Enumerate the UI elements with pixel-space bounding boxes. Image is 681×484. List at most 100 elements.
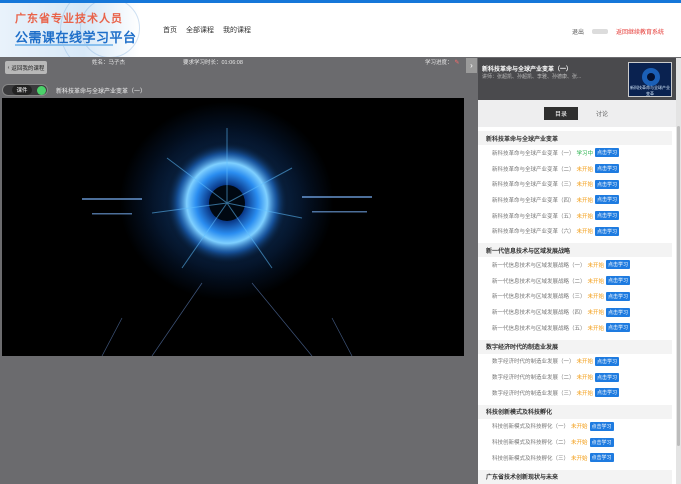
course-panel: 新科技革命与全球产业变革（一） 讲师：张超凯、孙超凯、李雅、孙德康、张... 新… [478,58,676,484]
chevron-left-icon: ‹ [7,64,10,71]
lesson-item[interactable]: 新一代信息技术与区域发展战略（四） 未开始 点击学习 [478,304,672,320]
lesson-item[interactable]: 新科技革命与全球产业变革（二） 未开始 点击学习 [478,161,672,177]
learning-progress: 学习进度： ✎ [425,59,460,67]
username-blurred [591,29,608,34]
now-playing-title: 新科技革命与全球产业变革（一） [56,89,147,95]
lesson-item[interactable]: 新一代信息技术与区域发展战略（三） 未开始 点击学习 [478,289,672,305]
scrollbar-thumb[interactable] [677,126,680,446]
thumbnail-caption: 新科技革命与全球产业变革 [630,85,670,96]
catalog-section: 新一代信息技术与区域发展战略 [478,243,672,258]
lesson-title: 科技创新模式及科技孵化（一） [492,424,570,431]
course-title: 新科技革命与全球产业变革（一） [482,67,573,73]
lesson-status: 未开始 [571,455,588,462]
catalog-section: 科技创新模式及科技孵化 [478,404,672,419]
panel-scrollbar[interactable] [676,58,681,484]
lesson-item[interactable]: 科技创新模式及科技孵化（三） 未开始 点击学习 [478,450,672,466]
lesson-status: 未开始 [576,182,594,189]
start-learning-button[interactable]: 点击学习 [595,211,620,221]
lesson-title: 新一代信息技术与区域发展战略（五） [492,325,586,332]
lesson-status: 学习中 [576,150,594,157]
tab-catalog[interactable]: 目录 [544,107,578,120]
lesson-title: 新科技革命与全球产业变革（五） [492,213,575,220]
lesson-item[interactable]: 新科技革命与全球产业变革（六） 未开始 点击学习 [478,223,672,239]
courseware-toggle[interactable]: 课件 [2,84,48,96]
toggle-knob [37,86,46,95]
lesson-status: 未开始 [576,229,594,236]
catalog-section: 数字经济时代的制造业发展 [478,339,672,354]
lesson-status: 未开始 [587,310,605,317]
start-learning-button[interactable]: 点击学习 [606,307,631,317]
lesson-status: 未开始 [576,166,594,173]
lesson-title: 新一代信息技术与区域发展战略（四） [492,310,586,317]
catalog-section: 新科技革命与全球产业变革 [478,131,672,145]
start-learning-button[interactable]: 点击学习 [589,453,614,463]
panel-tabs: 目录 讨论 [478,100,676,127]
start-learning-button[interactable]: 点击学习 [589,437,614,447]
lesson-item[interactable]: 新一代信息技术与区域发展战略（二） 未开始 点击学习 [478,273,672,289]
lesson-item[interactable]: 新科技革命与全球产业变革（四） 未开始 点击学习 [478,192,672,208]
start-learning-button[interactable]: 点击学习 [595,195,620,205]
lesson-status: 未开始 [576,213,594,220]
lesson-title: 新一代信息技术与区域发展战略（二） [492,278,586,285]
lesson-title: 新科技革命与全球产业变革（三） [492,182,575,189]
lesson-item[interactable]: 新科技革命与全球产业变革（五） 未开始 点击学习 [478,208,672,224]
lesson-title: 数字经济时代的制造业发展（三） [492,390,575,397]
lesson-title: 科技创新模式及科技孵化（二） [492,440,570,447]
lesson-item[interactable]: 数字经济时代的制造业发展（三） 未开始 点击学习 [478,385,672,401]
lesson-status: 未开始 [571,440,588,447]
lesson-catalog: 新科技革命与全球产业变革 新科技革命与全球产业变革（一） 学习中 点击学习 新科技革命与… [478,127,672,484]
start-learning-button[interactable]: 点击学习 [595,148,620,158]
start-learning-button[interactable]: 点击学习 [606,323,631,333]
video-content-image [82,118,372,356]
video-player[interactable] [2,98,464,356]
start-learning-button[interactable]: 点击学习 [606,276,631,286]
required-duration: 要求学习时长：01:06:08 [183,60,243,66]
lesson-item[interactable]: 数字经济时代的制造业发展（一） 未开始 点击学习 [478,354,672,370]
progress-pen-icon: ✎ [454,59,460,66]
logout-link[interactable]: 退出 [572,27,584,36]
lesson-title: 科技创新模式及科技孵化（三） [492,455,570,462]
start-learning-button[interactable]: 点击学习 [589,421,614,431]
header-user-area: 退出 返回继续教育系统 [572,27,664,36]
lesson-title: 新科技革命与全球产业变革（六） [492,229,575,236]
lesson-title: 新一代信息技术与区域发展战略（三） [492,294,586,301]
lesson-title: 新科技革命与全球产业变革（一） [492,150,575,157]
lesson-item[interactable]: 科技创新模式及科技孵化（二） 未开始 点击学习 [478,434,672,450]
lesson-title: 数字经济时代的制造业发展（一） [492,359,575,366]
lesson-item[interactable]: 新科技革命与全球产业变革（三） 未开始 点击学习 [478,176,672,192]
lesson-item[interactable]: 新科技革命与全球产业变革（一） 学习中 点击学习 [478,145,672,161]
course-header: 新科技革命与全球产业变革（一） 讲师：张超凯、孙超凯、李雅、孙德康、张... 新… [478,58,676,100]
lesson-status: 未开始 [587,262,605,269]
lesson-item[interactable]: 科技创新模式及科技孵化（一） 未开始 点击学习 [478,419,672,435]
nav-my-courses[interactable]: 我的课程 [223,25,251,35]
toggle-label: 课件 [12,85,32,95]
chevron-right-icon: › [470,61,473,70]
lesson-title: 新科技革命与全球产业变革（二） [492,166,575,173]
back-to-my-courses-button[interactable]: ‹ 返回我的课程 [5,61,47,74]
nav-home[interactable]: 首页 [163,25,177,35]
lesson-status: 未开始 [587,294,605,301]
start-learning-button[interactable]: 点击学习 [595,226,620,236]
lesson-title: 新一代信息技术与区域发展战略（一） [492,262,586,269]
return-system-link[interactable]: 返回继续教育系统 [616,27,664,36]
lesson-title: 新科技革命与全球产业变革（四） [492,197,575,204]
start-learning-button[interactable]: 点击学习 [595,388,620,398]
start-learning-button[interactable]: 点击学习 [595,164,620,174]
start-learning-button[interactable]: 点击学习 [595,179,620,189]
student-name: 姓名：马子杰 [92,60,126,66]
site-logo[interactable]: 广东省专业技术人员 公需课在线学习平台 [0,3,140,57]
start-learning-button[interactable]: 点击学习 [595,356,620,366]
logo-subtitle: 广东省专业技术人员 [15,13,123,25]
catalog-section: 广东省技术创新现状与未来 [478,469,672,484]
collapse-panel-button[interactable]: › [466,58,477,73]
lesson-item[interactable]: 新一代信息技术与区域发展战略（一） 未开始 点击学习 [478,257,672,273]
nav-all-courses[interactable]: 全部课程 [186,25,214,35]
lesson-status: 未开始 [576,375,594,382]
start-learning-button[interactable]: 点击学习 [606,260,631,270]
course-thumbnail: 新科技革命与全球产业变革 [628,62,672,97]
lesson-item[interactable]: 数字经济时代的制造业发展（二） 未开始 点击学习 [478,369,672,385]
start-learning-button[interactable]: 点击学习 [595,372,620,382]
lesson-item[interactable]: 新一代信息技术与区域发展战略（五） 未开始 点击学习 [478,320,672,336]
start-learning-button[interactable]: 点击学习 [606,291,631,301]
tab-discussion[interactable]: 讨论 [588,107,616,120]
